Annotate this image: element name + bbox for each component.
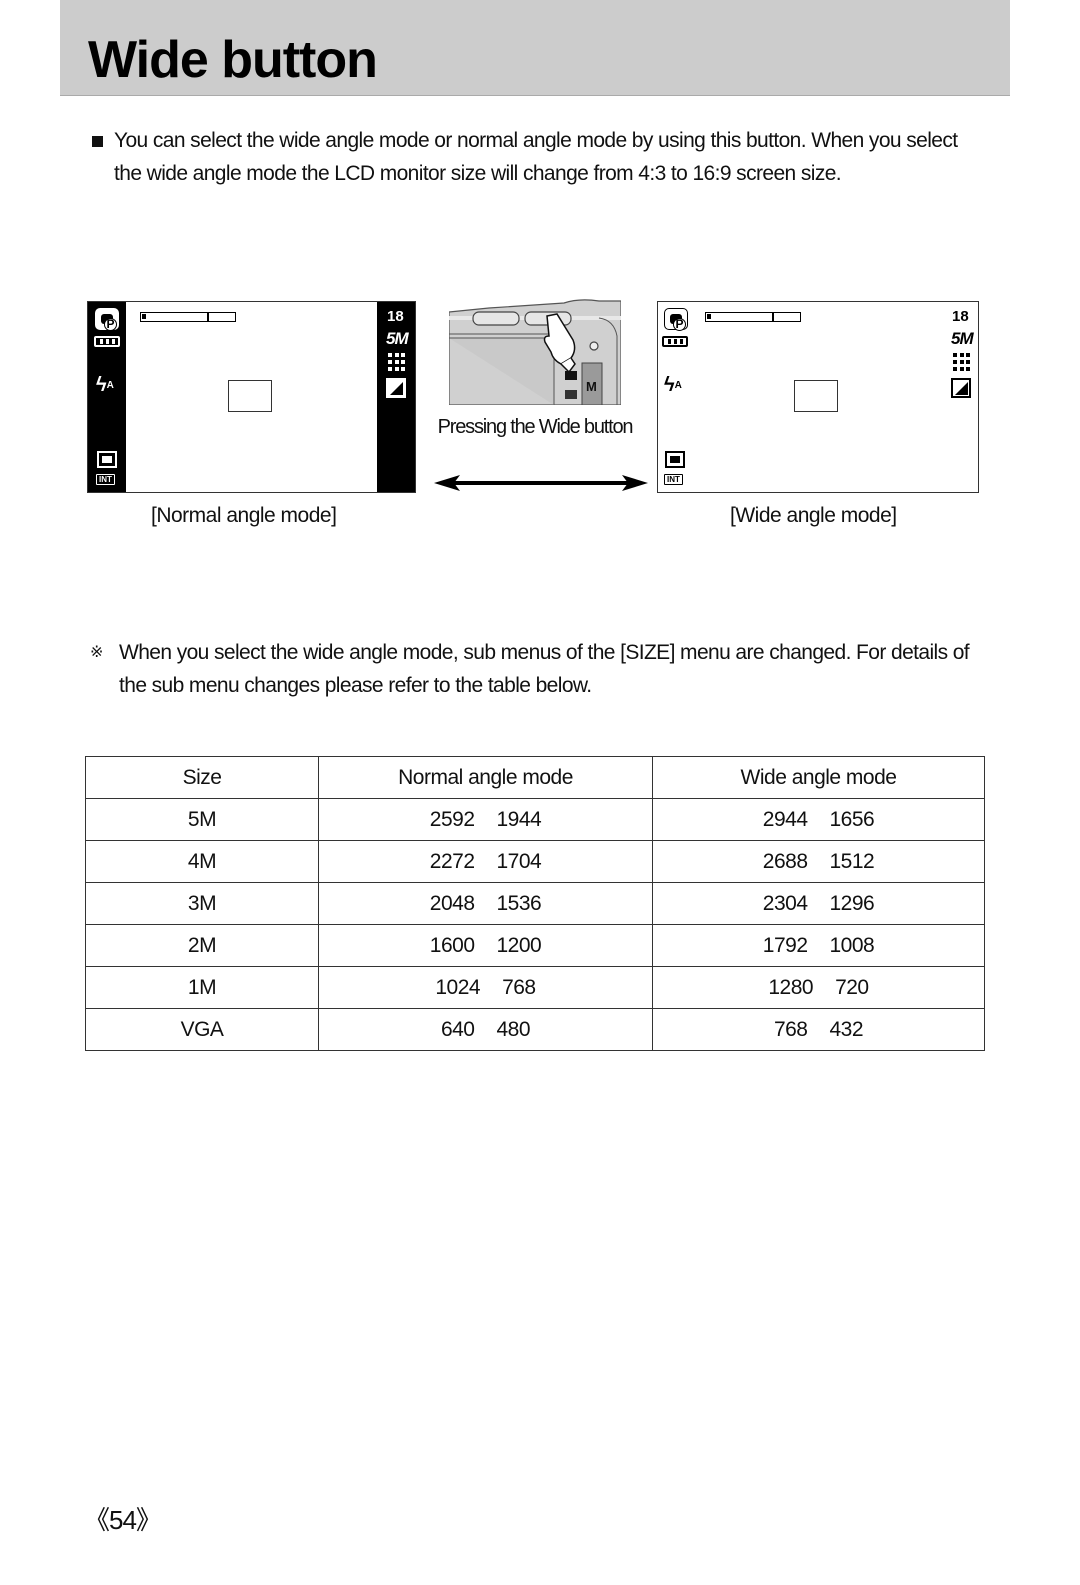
shots-remaining: 18 [387, 308, 404, 325]
cell-size: 1M [85, 966, 319, 1009]
battery-icon [94, 336, 120, 347]
mode-badge: P [104, 318, 117, 331]
note-paragraph: ※ When you select the wide angle mode, s… [90, 636, 970, 702]
width-value: 2592 [429, 807, 475, 831]
frame-icon [97, 451, 117, 468]
quality-icon [388, 353, 406, 371]
normal-mode-caption: [Normal angle mode] [151, 504, 337, 527]
height-value: 720 [835, 975, 869, 999]
height-value: 1008 [829, 933, 875, 957]
zoom-bar [705, 312, 801, 322]
cell-wide: 768 432 [652, 1008, 985, 1051]
page-title: Wide button [88, 31, 378, 89]
intro-paragraph: You can select the wide angle mode or no… [92, 124, 972, 190]
mode-badge: P [673, 318, 686, 331]
lcd-normal-angle: P ϟA INT 18 5M [87, 301, 416, 493]
cell-normal: 1600 1200 [318, 924, 653, 967]
wide-mode-caption: [Wide angle mode] [730, 504, 897, 527]
width-value: 1792 [762, 933, 808, 957]
lcd-right-panel: 18 5M [377, 302, 415, 492]
table-row: 2M 1600 1200 1792 1008 [85, 924, 985, 967]
table-row: 5M 2592 1944 2944 1656 [85, 798, 985, 841]
flash-auto-icon: ϟA [96, 374, 114, 396]
cell-wide: 1792 1008 [652, 924, 985, 967]
cell-size: VGA [85, 1008, 319, 1051]
shots-remaining: 18 [952, 308, 969, 325]
table-header-row: Size Normal angle mode Wide angle mode [85, 756, 985, 799]
size-table: Size Normal angle mode Wide angle mode 5… [85, 756, 985, 1051]
height-value: 480 [496, 1017, 531, 1041]
battery-icon [662, 336, 688, 347]
width-value: 2048 [429, 891, 475, 915]
cell-normal: 2048 1536 [318, 882, 653, 925]
header-size: Size [85, 756, 319, 799]
lcd-left-panel: P ϟA INT [658, 302, 696, 492]
header-wide: Wide angle mode [652, 756, 985, 799]
internal-memory-icon: INT [664, 474, 683, 485]
cell-normal: 640 480 [318, 1008, 653, 1051]
width-value: 2944 [762, 807, 808, 831]
height-value: 1512 [829, 849, 875, 873]
image-size-indicator: 5M [386, 329, 409, 348]
cell-normal: 2272 1704 [318, 840, 653, 883]
table-row: 4M 2272 1704 2688 1512 [85, 840, 985, 883]
height-value: 1656 [829, 807, 875, 831]
square-bullet-icon [92, 136, 103, 147]
title-bar: Wide button [60, 0, 1010, 96]
width-value: 1280 [768, 975, 814, 999]
table-row: 1M 1024 768 1280 720 [85, 966, 985, 1009]
program-mode-icon: P [95, 308, 119, 331]
table-row: VGA 640 480 768 432 [85, 1008, 985, 1051]
frame-icon [665, 451, 685, 468]
camera-drawing: M [449, 299, 621, 405]
cell-size: 5M [85, 798, 319, 841]
note-text: When you select the wide angle mode, sub… [119, 641, 970, 697]
header-normal: Normal angle mode [318, 756, 653, 799]
height-value: 1200 [496, 933, 542, 957]
reference-mark-icon: ※ [90, 644, 103, 661]
width-value: 2304 [762, 891, 808, 915]
height-value: 432 [829, 1017, 864, 1041]
width-value: 768 [773, 1017, 808, 1041]
double-arrow-icon [434, 475, 648, 491]
cell-size: 3M [85, 882, 319, 925]
af-frame [228, 380, 272, 412]
lcd-left-panel: P ϟA INT [88, 302, 126, 492]
camera-mode-m: M [586, 379, 597, 394]
cell-normal: 2592 1944 [318, 798, 653, 841]
program-mode-icon: P [664, 308, 688, 331]
cell-size: 4M [85, 840, 319, 883]
height-value: 1536 [496, 891, 542, 915]
intro-text: You can select the wide angle mode or no… [114, 129, 958, 185]
lcd-right-panel: 18 5M [940, 302, 978, 492]
height-value: 768 [502, 975, 536, 999]
cell-wide: 2688 1512 [652, 840, 985, 883]
cell-wide: 2944 1656 [652, 798, 985, 841]
zoom-bar [140, 312, 236, 322]
internal-memory-icon: INT [96, 474, 115, 485]
flash-auto-icon: ϟA [664, 374, 682, 396]
width-value: 2272 [429, 849, 475, 873]
width-value: 2688 [762, 849, 808, 873]
width-value: 1024 [435, 975, 481, 999]
pressing-caption: Pressing the Wide button [437, 416, 634, 438]
camera-back-illustration: M [449, 298, 621, 405]
sharpness-icon [951, 378, 971, 398]
image-size-indicator: 5M [951, 329, 974, 348]
width-value: 640 [440, 1017, 475, 1041]
cell-size: 2M [85, 924, 319, 967]
af-frame [794, 380, 838, 412]
width-value: 1600 [429, 933, 475, 957]
height-value: 1296 [829, 891, 875, 915]
table-row: 3M 2048 1536 2304 1296 [85, 882, 985, 925]
quality-icon [953, 353, 971, 371]
lcd-wide-angle: P ϟA INT 18 5M [657, 301, 979, 493]
cell-wide: 2304 1296 [652, 882, 985, 925]
cell-wide: 1280 720 [652, 966, 985, 1009]
sharpness-icon [386, 378, 406, 398]
height-value: 1704 [496, 849, 542, 873]
cell-normal: 1024 768 [318, 966, 653, 1009]
height-value: 1944 [496, 807, 542, 831]
page-number: 《54》 [84, 1505, 162, 1535]
